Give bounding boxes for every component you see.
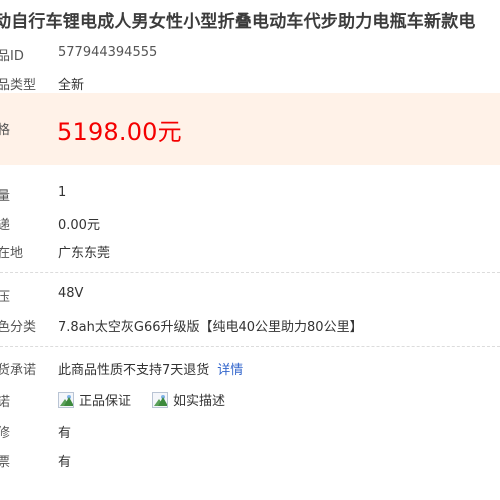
image-placeholder-icon (152, 391, 168, 408)
field-label: 货承诺 (0, 363, 37, 378)
field-label: 修 (0, 426, 11, 441)
promise-genuine[interactable]: 正品保证 (58, 390, 131, 409)
field-label: 压 (0, 290, 11, 305)
promise-genuine-label: 正品保证 (79, 394, 132, 409)
product-title: 动自行车锂电成人男女性小型折叠电动车代步助力电瓶车新款电 (0, 12, 476, 32)
field-label: 品类型 (0, 78, 37, 93)
price-label: 格 (0, 123, 11, 138)
section-divider (0, 346, 500, 347)
after-sale-text: 此商品性质不支持7天退货 (58, 363, 210, 378)
price-value: 5198.00元 (57, 118, 182, 146)
after-sale-value: 此商品性质不支持7天退货 详情 (58, 359, 243, 378)
promise-as-described-label: 如实描述 (173, 394, 226, 409)
field-label: 色分类 (0, 320, 37, 335)
quantity-value: 1 (58, 185, 67, 200)
field-label: 量 (0, 189, 11, 204)
field-label: 递 (0, 218, 11, 233)
location-value: 广东东莞 (58, 246, 111, 261)
field-label: 品ID (0, 49, 24, 64)
field-label: 诺 (0, 395, 11, 410)
field-label: 在地 (0, 246, 24, 261)
promise-as-described[interactable]: 如实描述 (152, 390, 225, 409)
details-link[interactable]: 详情 (217, 363, 243, 378)
image-placeholder-icon (58, 391, 74, 408)
item-id-value: 577944394555 (58, 45, 158, 60)
invoice-value: 有 (58, 455, 72, 470)
shipping-value: 0.00元 (58, 218, 100, 233)
voltage-value: 48V (58, 286, 84, 301)
field-label: 票 (0, 455, 11, 470)
item-type-value: 全新 (58, 78, 85, 93)
color-value: 7.8ah太空灰G66升级版【纯电40公里助力80公里】 (58, 320, 363, 335)
warranty-value: 有 (58, 426, 72, 441)
section-divider (0, 272, 500, 273)
